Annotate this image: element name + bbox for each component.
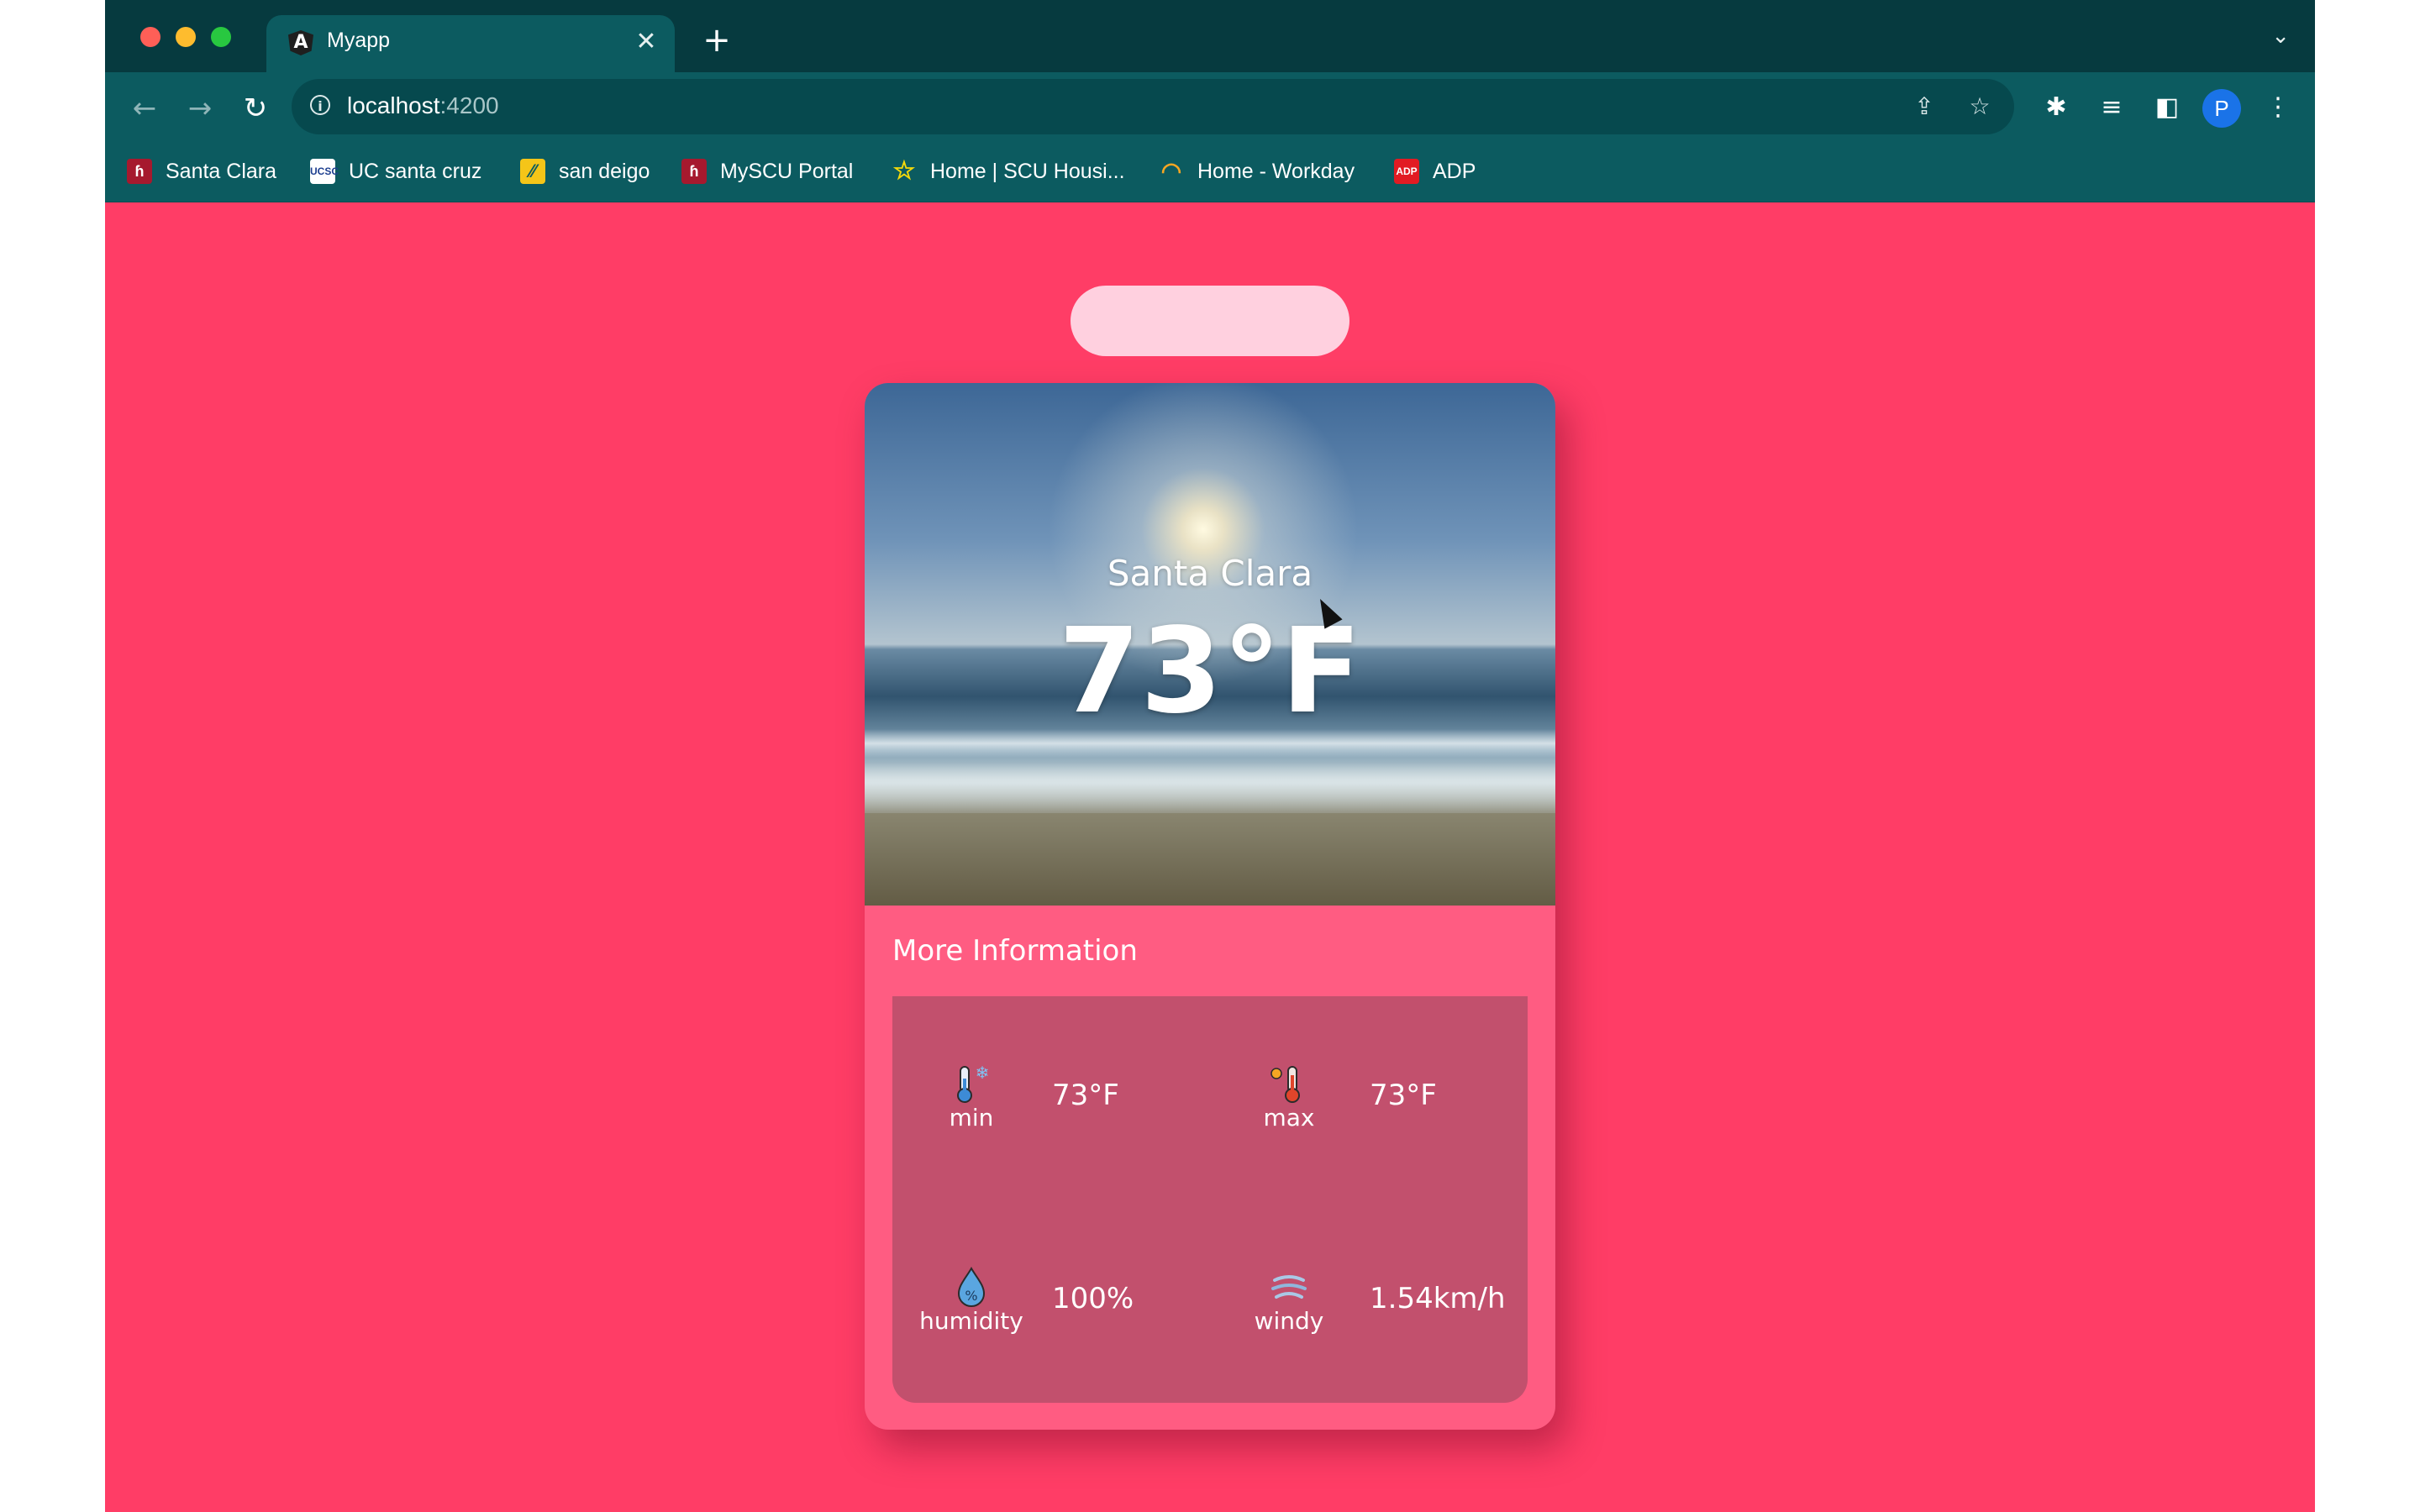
menu-kebab-icon[interactable]: ⋮ xyxy=(2261,91,2295,124)
min-value: 73°F xyxy=(1052,1079,1119,1112)
browser-toolbar: ← → ↻ i localhost:4200 ⇪ ☆ ✱ ≡ ◧ P ⋮ xyxy=(105,72,2315,144)
reload-button[interactable]: ↻ xyxy=(236,89,275,128)
min-label: min xyxy=(949,1104,994,1131)
bookmark-santa-clara[interactable]: ɦ Santa Clara xyxy=(127,155,276,188)
sdsu-logo-icon: ⁄⁄ xyxy=(520,159,545,184)
bookmark-label: UC santa cruz xyxy=(349,159,482,183)
bookmark-workday[interactable]: ◠ Home - Workday xyxy=(1159,155,1355,188)
city-name: Santa Clara xyxy=(1107,553,1313,594)
wave-foam xyxy=(865,763,1555,813)
bookmark-label: Santa Clara xyxy=(166,159,277,183)
thermometer-hot-icon xyxy=(1264,1062,1314,1107)
bookmark-label: Home - Workday xyxy=(1197,159,1355,183)
bookmark-san-deigo[interactable]: ⁄⁄ san deigo xyxy=(520,155,650,188)
bookmark-myscu-portal[interactable]: ɦ MySCU Portal xyxy=(681,155,853,188)
forward-button[interactable]: → xyxy=(181,89,219,128)
close-window-button[interactable] xyxy=(140,27,160,47)
share-icon[interactable]: ⇪ xyxy=(1908,91,1940,123)
tab-myapp[interactable]: A Myapp ✕ xyxy=(266,15,675,72)
max-label: max xyxy=(1263,1104,1315,1131)
address-bar[interactable]: i localhost:4200 ⇪ ☆ xyxy=(292,79,2014,134)
tab-title: Myapp xyxy=(327,29,391,52)
minimize-window-button[interactable] xyxy=(176,27,196,47)
bookmark-star-icon[interactable]: ☆ xyxy=(1964,91,1996,123)
wind-icon xyxy=(1264,1265,1314,1310)
weather-details-panel: ❄ min 73°F max 73°F % humidity 100% wind… xyxy=(892,996,1528,1403)
bookmark-scu-housing[interactable]: ☆ Home | SCU Housi... xyxy=(892,155,1125,188)
adp-logo-icon: ADP xyxy=(1394,159,1419,184)
url-host: localhost xyxy=(347,92,440,118)
weather-card: Santa Clara 73°F More Information ❄ min … xyxy=(865,383,1555,1430)
bookmark-uc-santa-cruz[interactable]: UCSC UC santa cruz xyxy=(310,155,481,188)
humidity-value: 100% xyxy=(1052,1282,1134,1315)
wind-label: windy xyxy=(1254,1307,1324,1335)
tab-close-button[interactable]: ✕ xyxy=(629,25,663,59)
side-panel-icon[interactable]: ◧ xyxy=(2150,91,2184,124)
page-content: Santa Clara 73°F More Information ❄ min … xyxy=(105,202,2315,1512)
tab-strip: A Myapp ✕ + ⌄ xyxy=(105,0,2315,72)
max-value: 73°F xyxy=(1370,1079,1437,1112)
svg-text:%: % xyxy=(965,1288,977,1304)
svg-text:❄: ❄ xyxy=(976,1063,990,1083)
url-text[interactable]: localhost:4200 xyxy=(347,92,499,119)
humidity-label: humidity xyxy=(919,1307,1023,1335)
maximize-window-button[interactable] xyxy=(211,27,231,47)
bookmark-label: MySCU Portal xyxy=(720,159,854,183)
url-port: :4200 xyxy=(439,92,499,118)
more-info-title: More Information xyxy=(892,934,1138,968)
city-search-input[interactable] xyxy=(1071,286,1349,356)
extensions-puzzle-icon[interactable]: ✱ xyxy=(2039,91,2073,124)
new-tab-button[interactable]: + xyxy=(698,22,735,59)
thermometer-cold-icon: ❄ xyxy=(946,1062,997,1107)
wind-value: 1.54km/h xyxy=(1370,1282,1506,1315)
angular-favicon-icon: A xyxy=(288,30,313,55)
profile-avatar[interactable]: P xyxy=(2202,89,2241,128)
bookmark-label: ADP xyxy=(1433,159,1476,183)
bookmark-label: san deigo xyxy=(559,159,650,183)
current-temperature: 73°F xyxy=(1058,603,1362,740)
star-icon: ☆ xyxy=(892,157,916,185)
tab-search-chevron-icon[interactable]: ⌄ xyxy=(2271,24,2290,49)
media-control-icon[interactable]: ≡ xyxy=(2095,91,2128,124)
scu-logo-icon: ɦ xyxy=(127,159,152,184)
bookmark-adp[interactable]: ADP ADP xyxy=(1394,155,1476,188)
bookmarks-bar: ɦ Santa Clara UCSC UC santa cruz ⁄⁄ san … xyxy=(105,144,2315,202)
humidity-drop-icon: % xyxy=(946,1265,997,1310)
browser-window: A Myapp ✕ + ⌄ ← → ↻ i localhost:4200 ⇪ ☆… xyxy=(105,0,2315,1512)
bookmark-label: Home | SCU Housi... xyxy=(930,159,1125,183)
weather-hero-image: Santa Clara 73°F xyxy=(865,383,1555,906)
scu-logo-icon: ɦ xyxy=(681,159,707,184)
workday-icon: ◠ xyxy=(1160,158,1182,184)
site-info-icon[interactable]: i xyxy=(310,95,330,115)
back-button[interactable]: ← xyxy=(125,89,164,128)
ucsc-logo-icon: UCSC xyxy=(310,159,339,184)
